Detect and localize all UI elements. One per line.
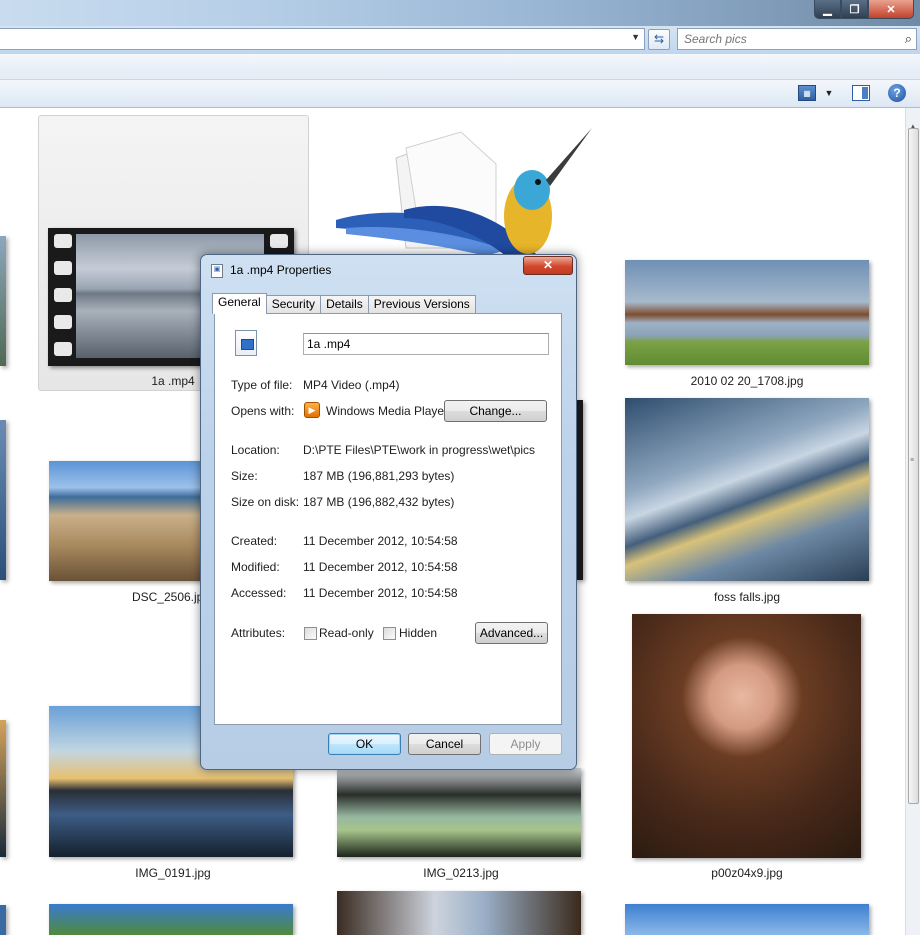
attributes-label: Attributes: <box>231 626 286 640</box>
thumbnail-image[interactable] <box>337 768 581 857</box>
view-options-dropdown-icon[interactable]: ▼ <box>820 85 838 101</box>
hidden-checkbox[interactable] <box>383 627 396 640</box>
opens-with-label: Opens with: <box>231 404 295 418</box>
separator <box>230 432 548 433</box>
separator <box>230 613 548 614</box>
partial-thumbnail[interactable] <box>0 720 6 857</box>
size-value: 187 MB (196,881,293 bytes) <box>303 469 455 483</box>
address-dropdown-icon[interactable]: ▼ <box>631 32 640 42</box>
separator <box>230 522 548 523</box>
window-controls: ▁ ❐ ✕ <box>814 0 914 19</box>
window-title-bar: ▁ ❐ ✕ <box>0 0 920 26</box>
thumbnail-image[interactable] <box>337 891 581 935</box>
thumbnail-caption[interactable]: IMG_0191.jpg <box>73 866 273 880</box>
accessed-value: 11 December 2012, 10:54:58 <box>303 586 458 600</box>
dialog-title: 1a .mp4 Properties <box>230 263 332 277</box>
vertical-scrollbar[interactable]: ▲ ≡ <box>905 108 920 935</box>
preview-pane-icon[interactable] <box>852 85 870 101</box>
tab-details[interactable]: Details <box>320 295 369 314</box>
advanced-button[interactable]: Advanced... <box>475 622 548 644</box>
size-on-disk-value: 187 MB (196,882,432 bytes) <box>303 495 455 509</box>
video-file-icon: ▣ <box>211 264 223 278</box>
scroll-thumb[interactable]: ≡ <box>908 128 919 804</box>
cancel-button[interactable]: Cancel <box>408 733 481 755</box>
thumbnail-image[interactable] <box>625 398 869 581</box>
modified-label: Modified: <box>231 560 280 574</box>
windows-media-player-icon: ▶ <box>304 402 320 418</box>
opens-with-value: Windows Media Player <box>326 404 449 418</box>
tab-general[interactable]: General <box>212 293 267 314</box>
type-label: Type of file: <box>231 378 293 392</box>
search-icon[interactable]: ⌕ <box>905 31 912 47</box>
address-bar[interactable]: ▼ <box>0 28 645 50</box>
read-only-label[interactable]: Read-only <box>319 626 374 640</box>
properties-dialog: ▣ 1a .mp4 Properties ✕ General Security … <box>200 254 577 770</box>
general-tab-panel: Type of file: MP4 Video (.mp4) Opens wit… <box>214 313 562 725</box>
accessed-label: Accessed: <box>231 586 287 600</box>
media-file-icon <box>235 330 257 356</box>
apply-button[interactable]: Apply <box>489 733 562 755</box>
thumbnail-caption[interactable]: foss falls.jpg <box>647 590 847 604</box>
thumbnail-image[interactable] <box>625 904 869 935</box>
thumbnail-caption[interactable]: p00z04x9.jpg <box>647 866 847 880</box>
grip-icon: ≡ <box>910 457 915 464</box>
address-row: ▼ ⇆ ⌕ <box>0 26 920 54</box>
thumbnail-image[interactable] <box>632 614 861 858</box>
partial-thumbnail[interactable] <box>0 236 6 366</box>
read-only-checkbox[interactable] <box>304 627 317 640</box>
hidden-label[interactable]: Hidden <box>399 626 437 640</box>
restore-button[interactable]: ❐ <box>841 0 868 19</box>
photo-gallery-logo-icon[interactable] <box>336 128 596 258</box>
tab-security[interactable]: Security <box>265 295 322 314</box>
tab-strip: General Security Details Previous Versio… <box>212 293 476 314</box>
ok-button[interactable]: OK <box>328 733 401 755</box>
help-icon[interactable]: ? <box>888 84 906 102</box>
command-bar: ▦ ▼ ? <box>0 54 920 108</box>
dialog-close-button[interactable]: ✕ <box>523 256 573 275</box>
change-button[interactable]: Change... <box>444 400 547 422</box>
film-holes-left <box>54 234 72 356</box>
thumbnail-caption[interactable]: 2010 02 20_1708.jpg <box>647 374 847 388</box>
created-value: 11 December 2012, 10:54:58 <box>303 534 458 548</box>
close-button[interactable]: ✕ <box>868 0 914 19</box>
thumbnail-caption[interactable]: IMG_0213.jpg <box>361 866 561 880</box>
partial-thumbnail[interactable] <box>0 420 6 580</box>
created-label: Created: <box>231 534 278 548</box>
separator <box>230 367 548 368</box>
change-view-icon[interactable]: ▦ <box>798 85 816 101</box>
refresh-icon[interactable]: ⇆ <box>648 29 670 50</box>
thumbnail-image[interactable] <box>625 260 869 365</box>
type-value: MP4 Video (.mp4) <box>303 378 400 392</box>
location-label: Location: <box>231 443 280 457</box>
command-bar-band <box>0 79 920 107</box>
thumbnail-image[interactable] <box>49 904 293 935</box>
size-on-disk-label: Size on disk: <box>231 495 300 509</box>
search-box[interactable]: ⌕ <box>677 28 917 50</box>
size-label: Size: <box>231 469 258 483</box>
search-input[interactable] <box>678 29 888 49</box>
location-value: D:\PTE Files\PTE\work in progress\wet\pi… <box>303 443 536 457</box>
modified-value: 11 December 2012, 10:54:58 <box>303 560 458 574</box>
partial-thumbnail[interactable] <box>0 905 6 935</box>
file-name-field[interactable] <box>303 333 549 355</box>
minimize-button[interactable]: ▁ <box>814 0 841 19</box>
tab-previous-versions[interactable]: Previous Versions <box>367 295 476 314</box>
